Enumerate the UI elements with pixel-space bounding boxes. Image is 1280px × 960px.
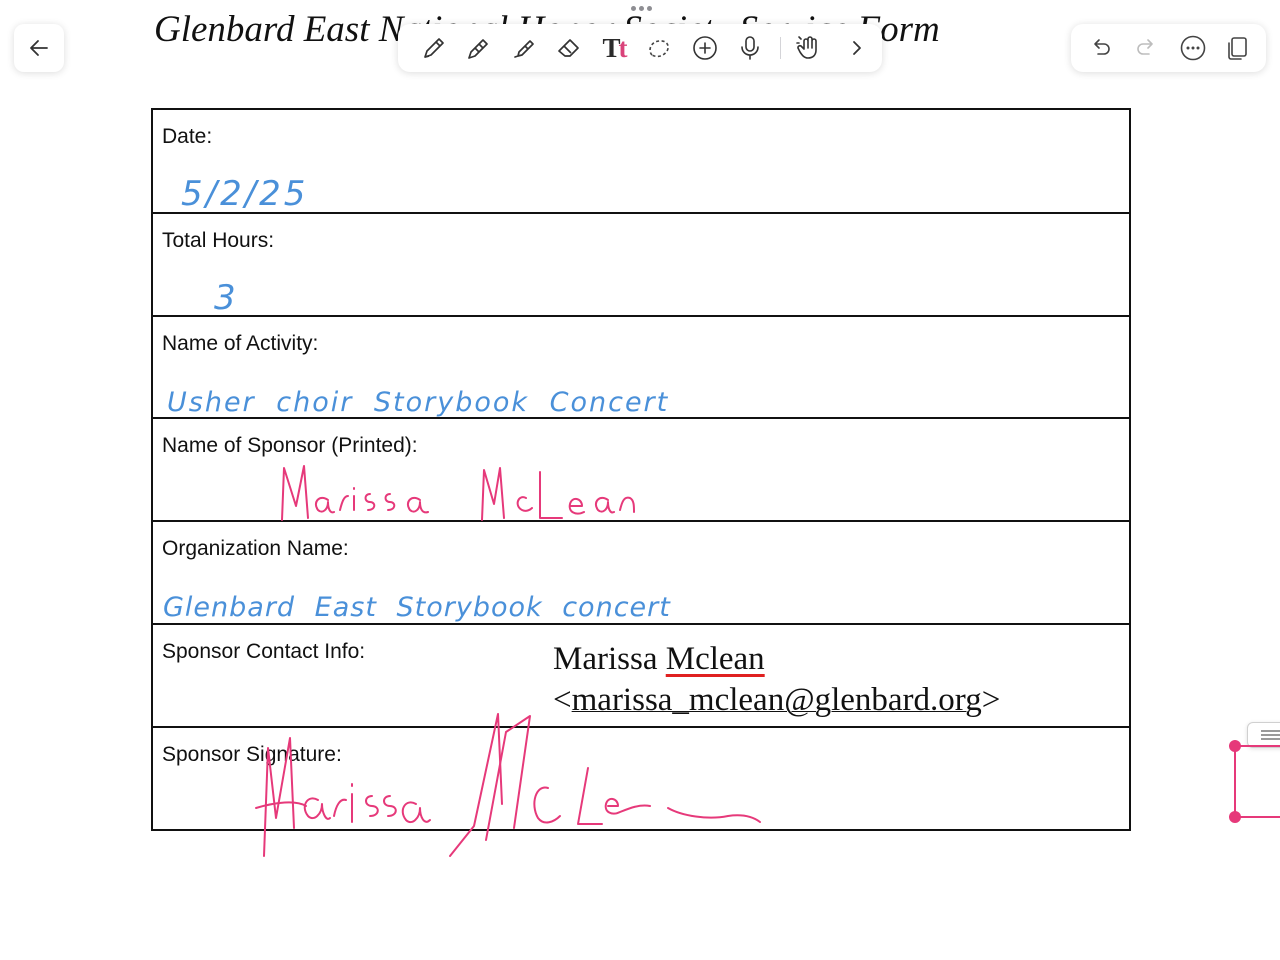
contact-email-line: <marissa_mclean@glenbard.org>: [553, 682, 1000, 719]
total-hours-field[interactable]: [153, 214, 1129, 314]
total-hours-handwritten-value: 3: [214, 278, 236, 318]
pages-icon[interactable]: [1222, 32, 1254, 64]
service-form-table: Date: 5/2/25 Total Hours: 3 Name of Acti…: [151, 108, 1131, 831]
selection-edge-line: [1234, 746, 1236, 818]
microphone-icon[interactable]: [734, 32, 766, 64]
form-row-total-hours: Total Hours: 3: [153, 212, 1129, 318]
contact-first-name: Marissa: [553, 641, 658, 677]
activity-handwritten-value: Usher choir Storybook Concert: [167, 387, 670, 418]
date-handwritten-value: 5/2/25: [181, 174, 309, 214]
lasso-icon[interactable]: [643, 32, 675, 64]
pen-icon[interactable]: [418, 32, 450, 64]
selection-handle-top[interactable]: [1229, 740, 1241, 752]
toolbar-drag-handle[interactable]: [628, 6, 654, 14]
chevron-right-icon[interactable]: [841, 32, 873, 64]
form-row-activity: Name of Activity: Usher choir Storybook …: [153, 315, 1129, 418]
organization-handwritten-value: Glenbard East Storybook concert: [163, 592, 671, 623]
back-arrow-icon: [30, 40, 48, 56]
form-row-sponsor-name: Name of Sponsor (Printed):: [153, 417, 1129, 520]
text-tool-label: Tt: [602, 32, 627, 63]
add-icon[interactable]: [689, 32, 721, 64]
form-row-date: Date: 5/2/25: [153, 110, 1129, 214]
redo-icon[interactable]: [1131, 32, 1163, 64]
text-tool-icon[interactable]: Tt: [598, 32, 630, 64]
email-open-bracket: <: [553, 682, 572, 718]
highlighter-icon[interactable]: [508, 32, 540, 64]
eraser-icon[interactable]: [553, 32, 585, 64]
contact-name: Marissa Mclean: [553, 641, 765, 678]
email-close-bracket: >: [981, 682, 1001, 718]
sponsor-name-field[interactable]: [153, 419, 1129, 519]
contact-email-link[interactable]: marissa_mclean@glenbard.org: [572, 682, 982, 718]
signature-field[interactable]: [153, 728, 1129, 828]
more-icon[interactable]: [1177, 32, 1209, 64]
undo-icon[interactable]: [1084, 32, 1116, 64]
form-row-organization: Organization Name: Glenbard East Storybo…: [153, 520, 1129, 623]
contact-last-name: Mclean: [665, 641, 765, 677]
pencil-icon[interactable]: [463, 32, 495, 64]
form-row-signature: Sponsor Signature:: [153, 726, 1129, 829]
back-button[interactable]: [14, 24, 64, 72]
touch-hand-icon[interactable]: [793, 32, 825, 64]
selection-handle-bottom[interactable]: [1229, 811, 1241, 823]
toolbar-divider: [780, 37, 781, 59]
